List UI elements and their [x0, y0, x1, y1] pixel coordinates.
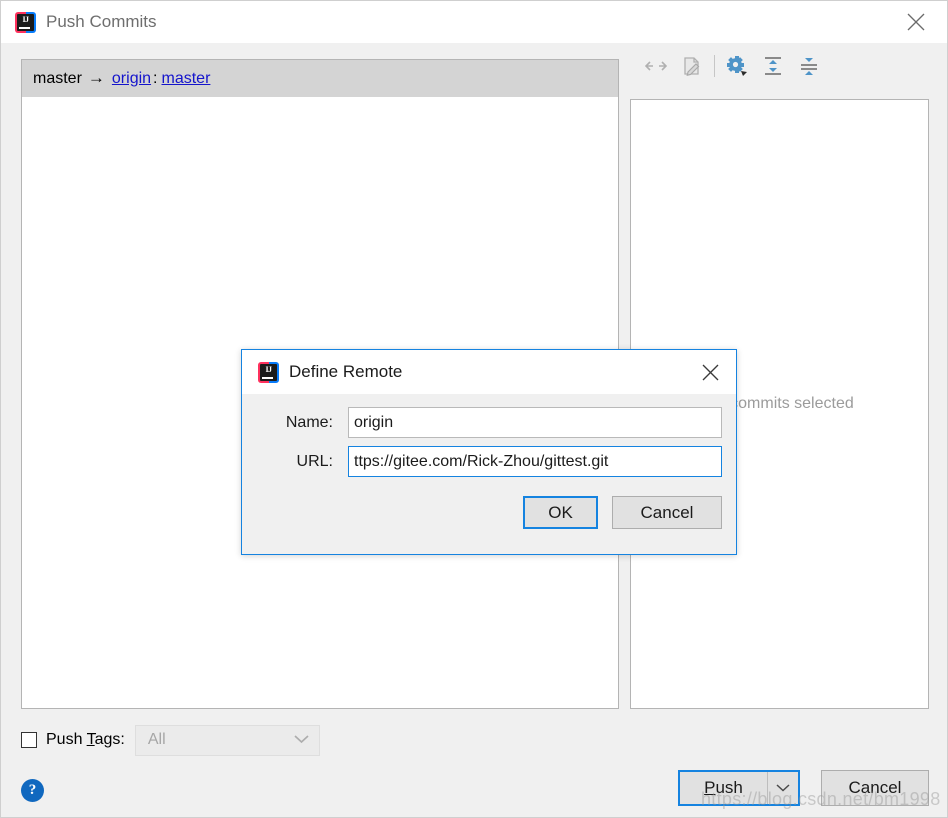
define-remote-buttons: OK Cancel — [242, 485, 736, 529]
dialog-content: master → origin : master No commits sele… — [1, 43, 947, 817]
define-remote-title: Define Remote — [289, 362, 403, 381]
name-field-label: Name: — [285, 413, 333, 431]
separator-label: : — [153, 69, 158, 87]
collapse-all-icon[interactable] — [791, 50, 827, 82]
push-tags-select-value: All — [147, 731, 166, 748]
settings-gear-icon[interactable] — [719, 50, 755, 82]
name-field-row: Name: origin — [256, 407, 722, 438]
help-button[interactable]: ? — [21, 779, 44, 802]
push-commits-dialog: IJ Push Commits master → origin : master — [0, 0, 948, 818]
define-remote-cancel-button[interactable]: Cancel — [612, 496, 722, 529]
detail-toolbar — [630, 43, 929, 85]
toolbar-separator — [714, 54, 715, 77]
collapse-selection-icon[interactable] — [638, 50, 674, 82]
close-icon[interactable] — [688, 350, 732, 394]
expand-all-icon[interactable] — [755, 50, 791, 82]
url-field-row: URL: ttps://gitee.com/Rick-Zhou/gittest.… — [256, 446, 722, 477]
detail-column — [630, 43, 929, 85]
url-field-label: URL: — [296, 452, 333, 470]
remote-link[interactable]: origin — [112, 70, 151, 88]
push-tags-select[interactable]: All — [134, 724, 320, 756]
dialog-titlebar: IJ Push Commits — [1, 1, 947, 43]
url-input[interactable]: ttps://gitee.com/Rick-Zhou/gittest.git — [348, 446, 722, 477]
close-icon[interactable] — [885, 1, 947, 43]
arrow-right-icon: → — [87, 68, 105, 87]
push-tags-checkbox[interactable] — [21, 732, 37, 748]
chevron-down-icon — [294, 731, 309, 749]
intellij-logo-icon: IJ — [15, 11, 36, 33]
push-tags-row: Push Tags: All — [21, 724, 320, 756]
ok-button[interactable]: OK — [523, 496, 598, 529]
page-title: Push Commits — [46, 12, 157, 31]
push-button[interactable]: Push — [678, 770, 800, 806]
repository-row[interactable]: master → origin : master — [22, 60, 618, 97]
push-tags-label: Push Tags: — [46, 731, 125, 748]
target-branch-link[interactable]: master — [162, 70, 211, 88]
cancel-button[interactable]: Cancel — [821, 770, 929, 806]
define-remote-titlebar: IJ Define Remote — [242, 350, 736, 394]
name-input[interactable]: origin — [348, 407, 722, 438]
intellij-logo-icon: IJ — [258, 361, 279, 383]
push-button-label[interactable]: Push — [680, 772, 768, 804]
define-remote-body: Name: origin URL: ttps://gitee.com/Rick-… — [242, 394, 736, 477]
chevron-down-icon[interactable] — [768, 772, 798, 804]
define-remote-dialog: IJ Define Remote Name: origin URL: ttps:… — [241, 349, 737, 555]
show-diff-icon[interactable] — [674, 50, 710, 82]
source-branch-label: master — [33, 69, 82, 87]
